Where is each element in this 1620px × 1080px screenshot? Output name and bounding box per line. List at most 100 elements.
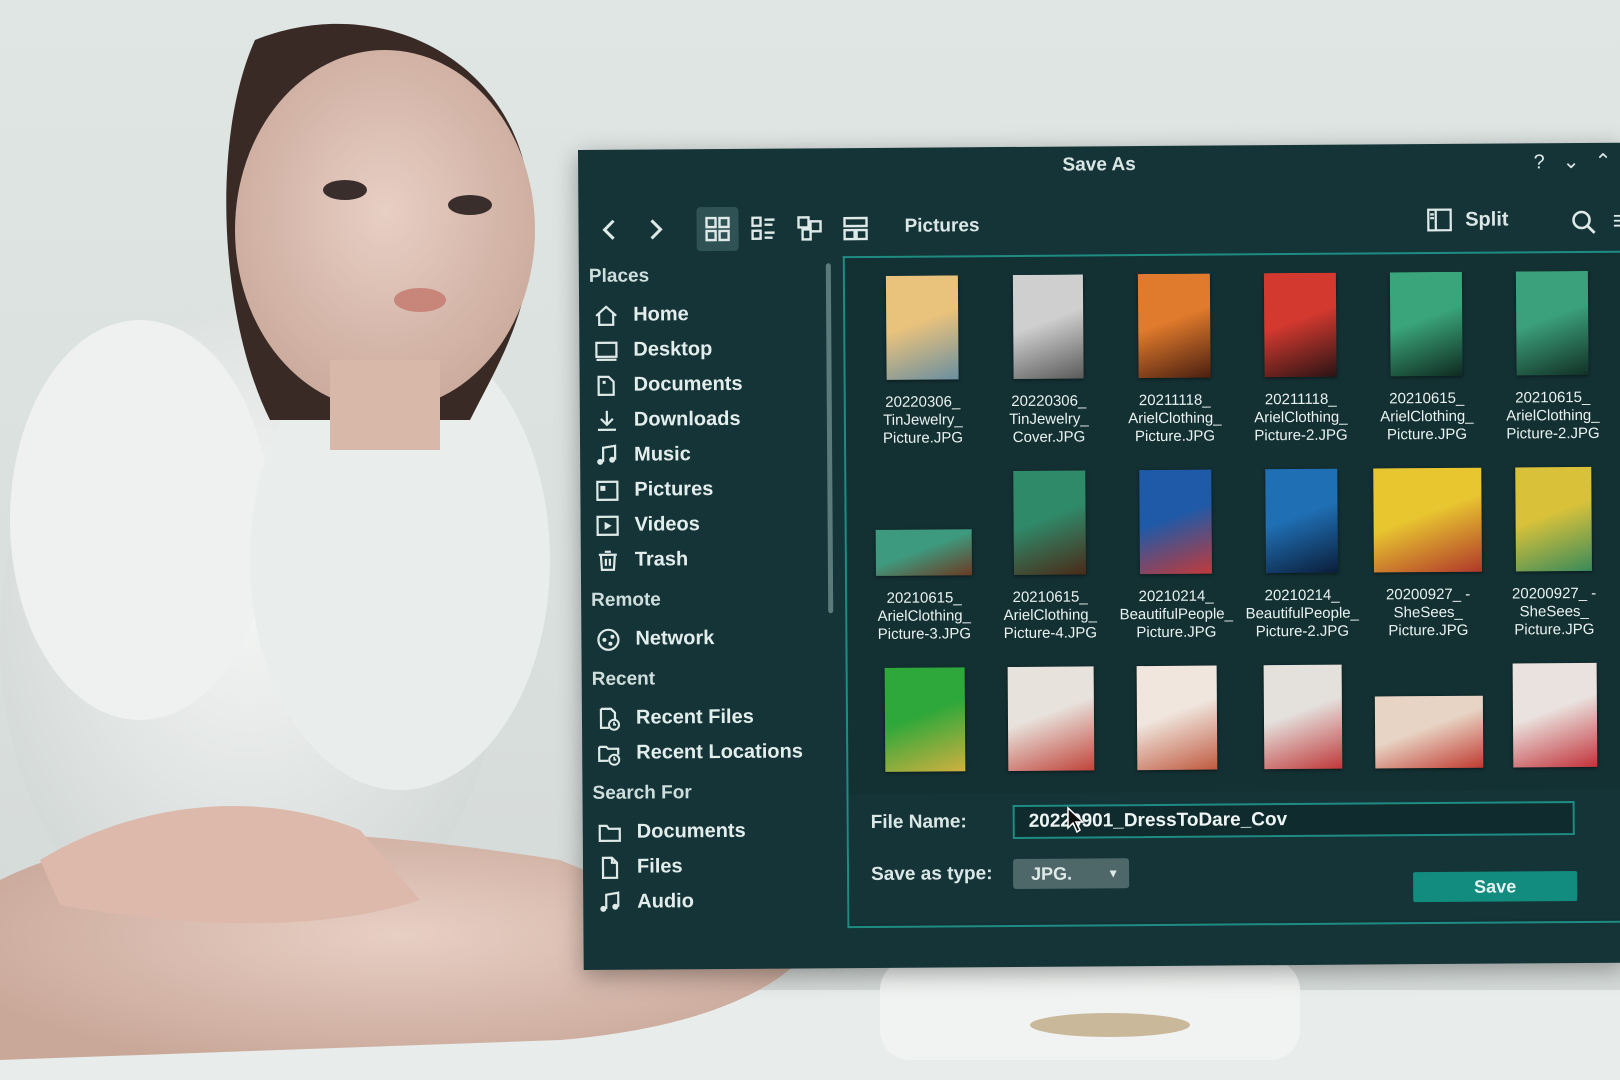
sidebar-item-label: Pictures xyxy=(634,478,714,501)
recent-folder-icon xyxy=(598,745,621,766)
toolbar: Pictures Split xyxy=(578,195,1620,258)
file-name xyxy=(866,785,984,786)
home-icon xyxy=(595,304,617,326)
file-item[interactable]: 20210615_ ArielClothing_ Picture-2.JPG xyxy=(1493,270,1612,444)
grid-view-icon xyxy=(705,216,730,242)
image-thumbnail xyxy=(1515,466,1592,572)
file-item[interactable]: 20220306_ TinJewelry_ Picture.JPG xyxy=(863,275,982,448)
sidebar-item-trash[interactable]: Trash xyxy=(591,541,823,578)
split-button[interactable]: Split xyxy=(1425,206,1509,235)
sidebar-item-videos[interactable]: Videos xyxy=(590,506,822,543)
save-type-label: Save as type: xyxy=(870,863,993,885)
help-button[interactable]: ? xyxy=(1528,149,1550,175)
file-item[interactable]: 20200927_ - SheSees_ Picture.JPG xyxy=(1494,466,1613,640)
file-browser: 20220306_ TinJewelry_ Picture.JPG 2022030… xyxy=(842,250,1620,929)
file-item[interactable]: 20210615_ ArielClothing_ Picture-3.JPG xyxy=(864,471,983,644)
sidebar-item-label: Downloads xyxy=(633,407,741,431)
search-button[interactable] xyxy=(1568,207,1598,242)
sidebar-item-label: Network xyxy=(635,627,715,650)
file-name: 20211118_ ArielClothing_ Picture.JPG xyxy=(1128,391,1222,446)
file-name: 20210214_ BeautifulPeople_ Picture.JPG xyxy=(1119,587,1234,642)
image-thumbnail xyxy=(1515,270,1589,376)
minimize-button[interactable]: ⌄ xyxy=(1560,149,1582,175)
file-item[interactable]: 20210214_ BeautifulPeople_ Picture-2.JPG xyxy=(1242,468,1361,642)
list-view-icon xyxy=(751,216,775,240)
split-panel-icon xyxy=(1426,208,1452,232)
image-thumbnail xyxy=(1265,468,1338,574)
current-location[interactable]: Pictures xyxy=(904,215,979,238)
image-thumbnail xyxy=(1263,272,1337,378)
tiles-view-icon xyxy=(797,216,822,241)
sidebar-item-music[interactable]: Music xyxy=(590,436,822,473)
file-name: 20210615_ ArielClothing_ Picture-4.JPG xyxy=(1003,588,1098,643)
file-item[interactable] xyxy=(866,667,985,786)
compact-view-button[interactable] xyxy=(788,206,830,250)
details-view-button[interactable] xyxy=(742,207,784,251)
remote-heading: Remote xyxy=(591,589,661,611)
file-name-label: File Name: xyxy=(870,811,967,833)
sidebar-item-label: Recent Locations xyxy=(636,740,803,764)
recent-file-icon xyxy=(599,707,621,731)
split-label: Split xyxy=(1465,208,1509,231)
file-item[interactable]: 20211118_ ArielClothing_ Picture.JPG xyxy=(1115,273,1234,446)
sidebar-item-pictures[interactable]: Pictures xyxy=(590,471,822,508)
file-name: 20220306_ TinJewelry_ Cover.JPG xyxy=(1009,392,1089,446)
file-item[interactable] xyxy=(1244,664,1363,784)
file-name xyxy=(992,784,1110,785)
sidebar-item-desktop[interactable]: Desktop xyxy=(589,331,821,368)
search-icon xyxy=(1572,210,1596,234)
sidebar-item-files[interactable]: Files xyxy=(593,848,825,885)
preview-view-button[interactable] xyxy=(834,206,876,250)
sidebar-item-documents[interactable]: Documents xyxy=(593,813,825,850)
sidebar-item-recent-files[interactable]: Recent Files xyxy=(592,699,824,736)
sidebar-item-label: Files xyxy=(636,855,683,878)
hamburger-menu-icon xyxy=(1613,214,1620,227)
save-type-select[interactable]: JPG. ▼ xyxy=(1012,858,1130,889)
file-item[interactable] xyxy=(1370,664,1489,783)
file-name: 20200927_ - SheSees_ Picture.JPG xyxy=(1511,584,1597,639)
file-item[interactable]: 20200927_ - SheSees_ Picture.JPG xyxy=(1368,467,1487,641)
file-item[interactable] xyxy=(992,666,1111,785)
file-item[interactable]: 20220306_ TinJewelry_ Cover.JPG xyxy=(989,274,1108,447)
sidebar-item-label: Recent Files xyxy=(635,705,754,729)
sidebar-item-documents[interactable]: Documents xyxy=(590,366,822,403)
sidebar-scrollbar[interactable] xyxy=(825,263,834,614)
file-item[interactable]: 20210615_ ArielClothing_ Picture-4.JPG xyxy=(990,470,1109,643)
save-button[interactable]: Save xyxy=(1413,871,1578,903)
columns-view-icon xyxy=(843,216,868,241)
icon-view-button[interactable] xyxy=(696,206,739,252)
file-item[interactable] xyxy=(1496,662,1615,782)
sidebar-item-label: Trash xyxy=(634,548,689,571)
menu-button[interactable] xyxy=(1612,209,1620,238)
back-button[interactable] xyxy=(588,208,630,252)
sidebar-item-recent-locations[interactable]: Recent Locations xyxy=(592,734,824,771)
sidebar-item-network[interactable]: Network xyxy=(591,620,823,657)
maximize-button[interactable]: ⌃ xyxy=(1592,149,1614,175)
file-name xyxy=(1118,783,1236,784)
file-item[interactable]: 20210214_ BeautifulPeople_ Picture.JPG xyxy=(1116,469,1235,642)
file-name-input[interactable]: 20220901_DressToDare_Cov xyxy=(1012,801,1575,839)
sidebar-item-label: Documents xyxy=(633,372,743,396)
sidebar-item-audio[interactable]: Audio xyxy=(593,883,825,920)
sidebar-item-downloads[interactable]: Downloads xyxy=(590,401,822,438)
file-grid: 20220306_ TinJewelry_ Picture.JPG 2022030… xyxy=(863,270,1620,796)
sidebar-item-label: Audio xyxy=(637,890,694,913)
chevron-left-icon xyxy=(602,219,615,240)
file-name: 20220306_ TinJewelry_ Picture.JPG xyxy=(882,393,964,447)
sidebar-item-home[interactable]: Home xyxy=(589,296,821,333)
sidebar-item-label: Music xyxy=(634,443,691,466)
sidebar-item-label: Desktop xyxy=(633,338,713,361)
title-bar: Save As ? ⌄ ⌃ xyxy=(578,143,1620,192)
forward-button[interactable] xyxy=(634,207,676,251)
file-item[interactable]: 20210615_ ArielClothing_ Picture.JPG xyxy=(1367,271,1486,445)
file-name: 20210615_ ArielClothing_ Picture-3.JPG xyxy=(877,589,972,643)
image-thumbnail xyxy=(1373,467,1482,573)
image-thumbnail xyxy=(1389,271,1463,377)
file-item[interactable]: 20211118_ ArielClothing_ Picture-2.JPG xyxy=(1241,272,1360,446)
file-name: 20210615_ ArielClothing_ Picture.JPG xyxy=(1380,389,1474,444)
file-item[interactable] xyxy=(1118,665,1237,784)
video-icon xyxy=(596,515,619,536)
window-controls: ? ⌄ ⌃ xyxy=(1528,149,1614,176)
trash-icon xyxy=(598,550,617,571)
file-name: 20210214_ BeautifulPeople_ Picture-2.JPG xyxy=(1245,586,1360,641)
